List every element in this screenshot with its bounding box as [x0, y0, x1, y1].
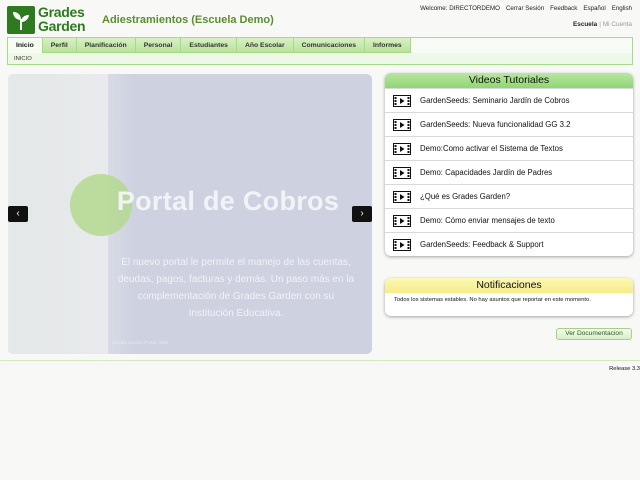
- video-item[interactable]: GardenSeeds: Seminario Jardín de Cobros: [385, 88, 633, 112]
- video-item[interactable]: Demo: Cómo enviar mensajes de texto: [385, 208, 633, 232]
- tab-ano-escolar[interactable]: Año Escolar: [237, 38, 294, 53]
- video-item[interactable]: Demo:Como activar el Sistema de Textos: [385, 136, 633, 160]
- top-links: Welcome: DIRECTORDEMO Cerrar Sesión Feed…: [420, 5, 632, 12]
- video-label: GardenSeeds: Seminario Jardín de Cobros: [420, 96, 570, 105]
- video-item[interactable]: GardenSeeds: Nueva funcionalidad GG 3.2: [385, 112, 633, 136]
- spanish-link[interactable]: Español: [583, 5, 605, 12]
- tab-estudiantes[interactable]: Estudiantes: [181, 38, 237, 53]
- main-nav: Inicio Perfil Planificación Personal Est…: [7, 37, 633, 65]
- nav-filler: [410, 38, 632, 53]
- feedback-link[interactable]: Feedback: [550, 5, 577, 12]
- promo-carousel: Portal de Cobros El nuevo portal le perm…: [8, 74, 372, 354]
- welcome-text: Welcome: DIRECTORDEMO: [420, 5, 500, 12]
- film-icon: [393, 94, 411, 107]
- film-icon: [393, 142, 411, 155]
- tab-personal[interactable]: Personal: [136, 38, 182, 53]
- notifications-title: Notificaciones: [385, 278, 633, 293]
- video-tutorials-title: Videos Tutoriales: [385, 73, 633, 88]
- film-icon: [393, 118, 411, 131]
- video-label: Demo: Cómo enviar mensajes de texto: [420, 216, 555, 225]
- video-label: GardenSeeds: Nueva funcionalidad GG 3.2: [420, 120, 571, 129]
- my-account-link[interactable]: Mi Cuenta: [603, 21, 632, 28]
- seedling-icon: [7, 6, 35, 34]
- logout-link[interactable]: Cerrar Sesión: [506, 5, 544, 12]
- breadcrumb: INICIO: [14, 56, 32, 62]
- link-separator: |: [599, 21, 601, 28]
- video-label: Demo: Capacidades Jardín de Padres: [420, 168, 553, 177]
- logo-line-2: Garden: [38, 18, 86, 34]
- video-item[interactable]: ¿Qué es Grades Garden?: [385, 184, 633, 208]
- video-item[interactable]: Demo: Capacidades Jardín de Padres: [385, 160, 633, 184]
- video-tutorials-panel: Videos Tutoriales GardenSeeds: Seminario…: [385, 73, 633, 256]
- logo-wordmark: Grades Garden: [38, 4, 86, 34]
- carousel-next-button[interactable]: ›: [352, 206, 372, 222]
- notification-message: Todos los sistemas estables. No hay asun…: [394, 297, 591, 303]
- school-link[interactable]: Escuela: [573, 21, 597, 28]
- video-item[interactable]: GardenSeeds: Feedback & Support: [385, 232, 633, 256]
- nav-tabs: Inicio Perfil Planificación Personal Est…: [8, 38, 632, 53]
- carousel-title: Portal de Cobros: [116, 186, 340, 216]
- notifications-panel: Notificaciones Todos los sistemas establ…: [385, 278, 633, 316]
- english-link[interactable]: English: [612, 5, 632, 12]
- tab-informes[interactable]: Informes: [365, 38, 411, 53]
- film-icon: [393, 238, 411, 251]
- video-label: ¿Qué es Grades Garden?: [420, 192, 511, 201]
- grades-garden-logo[interactable]: Grades Garden: [7, 4, 93, 35]
- film-icon: [393, 166, 411, 179]
- footer-divider: [0, 360, 640, 361]
- film-icon: [393, 190, 411, 203]
- page-title: Adiestramientos (Escuela Demo): [102, 14, 274, 26]
- tab-inicio[interactable]: Inicio: [8, 38, 43, 53]
- tab-planificacion[interactable]: Planificación: [77, 38, 136, 53]
- account-switcher: Escuela | Mi Cuenta: [573, 21, 632, 28]
- video-label: Demo:Como activar el Sistema de Textos: [420, 144, 563, 153]
- tab-perfil[interactable]: Perfil: [43, 38, 77, 53]
- view-documentation-button[interactable]: Ver Documentacion: [556, 328, 632, 340]
- carousel-caption: Grades Garden Portal, 2016: [112, 340, 169, 345]
- carousel-body: El nuevo portal le permite el manejo de …: [117, 257, 355, 319]
- video-label: GardenSeeds: Feedback & Support: [420, 240, 544, 249]
- release-version: Release 3.3: [609, 366, 640, 372]
- carousel-prev-button[interactable]: ‹: [8, 206, 28, 222]
- logo-line-1: Grades: [38, 4, 85, 20]
- film-icon: [393, 214, 411, 227]
- tab-comunicaciones[interactable]: Comunicaciones: [294, 38, 365, 53]
